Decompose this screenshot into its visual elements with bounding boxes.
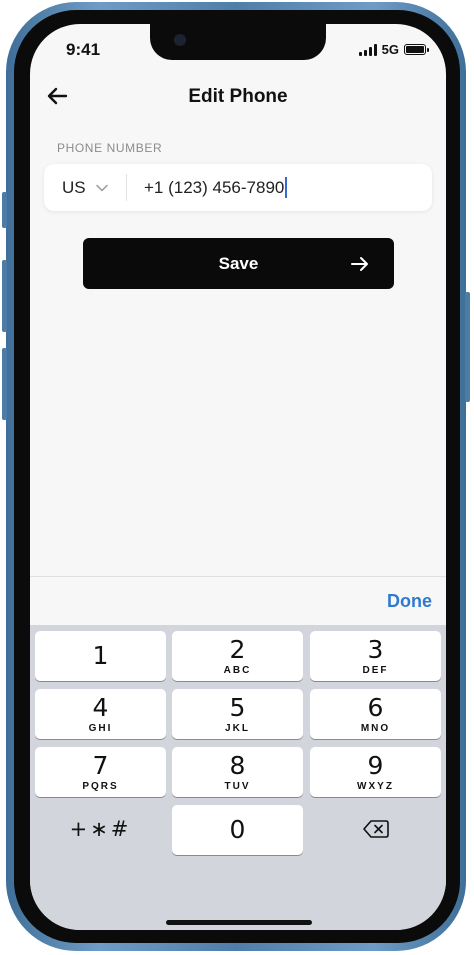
- volume-down-button: [2, 348, 7, 420]
- chevron-down-icon: [95, 184, 108, 191]
- key-digit: 3: [367, 635, 384, 664]
- battery-icon: [404, 44, 429, 55]
- country-code: US: [62, 177, 86, 197]
- network-type: 5G: [381, 42, 399, 57]
- country-code-selector[interactable]: US: [44, 164, 110, 211]
- key-1[interactable]: 1: [35, 631, 166, 681]
- signal-icon: [358, 43, 377, 56]
- key-digit: 2: [229, 635, 246, 664]
- key-digit: 5: [229, 693, 246, 722]
- key-letters: TUV: [224, 781, 251, 792]
- key-6[interactable]: 6 MNO: [310, 689, 441, 739]
- symbols-key[interactable]: +∗#: [35, 805, 166, 855]
- numeric-keypad: 1 2 ABC 3 DEF 4 GHI 5 JKL 6 MNO 7 PQRS 8…: [30, 625, 446, 930]
- battery-level: [406, 46, 424, 53]
- key-3[interactable]: 3 DEF: [310, 631, 441, 681]
- text-cursor: [285, 177, 288, 198]
- page-title: Edit Phone: [188, 86, 288, 107]
- key-digit: 9: [367, 751, 384, 780]
- power-button: [465, 292, 470, 402]
- status-icons: 5G: [358, 42, 429, 57]
- action-button: [2, 192, 7, 228]
- key-4[interactable]: 4 GHI: [35, 689, 166, 739]
- notch: [150, 24, 326, 60]
- phone-number-value: +1 (123) 456-7890: [144, 177, 285, 197]
- key-5[interactable]: 5 JKL: [172, 689, 303, 739]
- key-digit: 8: [229, 751, 246, 780]
- volume-up-button: [2, 260, 7, 332]
- key-letters: MNO: [360, 723, 391, 734]
- phone-screen: 9:41 5G Edit Phone PHONE NUMBER US +1 (1…: [30, 24, 446, 930]
- arrow-right-icon: [351, 257, 368, 271]
- field-divider: [126, 174, 127, 201]
- key-digit: 6: [367, 693, 384, 722]
- status-time: 9:41: [66, 40, 101, 59]
- key-letters: ABC: [223, 665, 252, 676]
- key-8[interactable]: 8 TUV: [172, 747, 303, 797]
- done-button[interactable]: Done: [387, 591, 432, 612]
- key-0[interactable]: 0: [172, 805, 303, 855]
- key-9[interactable]: 9 WXYZ: [310, 747, 441, 797]
- home-indicator: [166, 920, 312, 925]
- keyboard-accessory-bar: Done: [30, 576, 446, 625]
- save-button[interactable]: Save: [83, 238, 394, 289]
- key-7[interactable]: 7 PQRS: [35, 747, 166, 797]
- backspace-icon: [363, 820, 389, 838]
- key-2[interactable]: 2 ABC: [172, 631, 303, 681]
- key-digit: 1: [92, 641, 109, 670]
- key-letters: PQRS: [82, 781, 119, 792]
- phone-number-label: PHONE NUMBER: [57, 141, 163, 155]
- front-camera: [174, 34, 186, 46]
- key-letters: DEF: [362, 665, 389, 676]
- phone-number-field[interactable]: US +1 (123) 456-7890: [44, 164, 432, 211]
- symbols-label: +∗#: [69, 817, 132, 841]
- key-digit: 7: [92, 751, 109, 780]
- key-digit: 4: [92, 693, 109, 722]
- key-letters: GHI: [88, 723, 113, 734]
- key-letters: JKL: [225, 723, 250, 734]
- key-letters: WXYZ: [357, 781, 394, 792]
- save-button-label: Save: [218, 254, 259, 273]
- delete-key[interactable]: [310, 805, 441, 855]
- key-digit: 0: [229, 815, 246, 844]
- phone-number-input[interactable]: +1 (123) 456-7890: [144, 177, 288, 198]
